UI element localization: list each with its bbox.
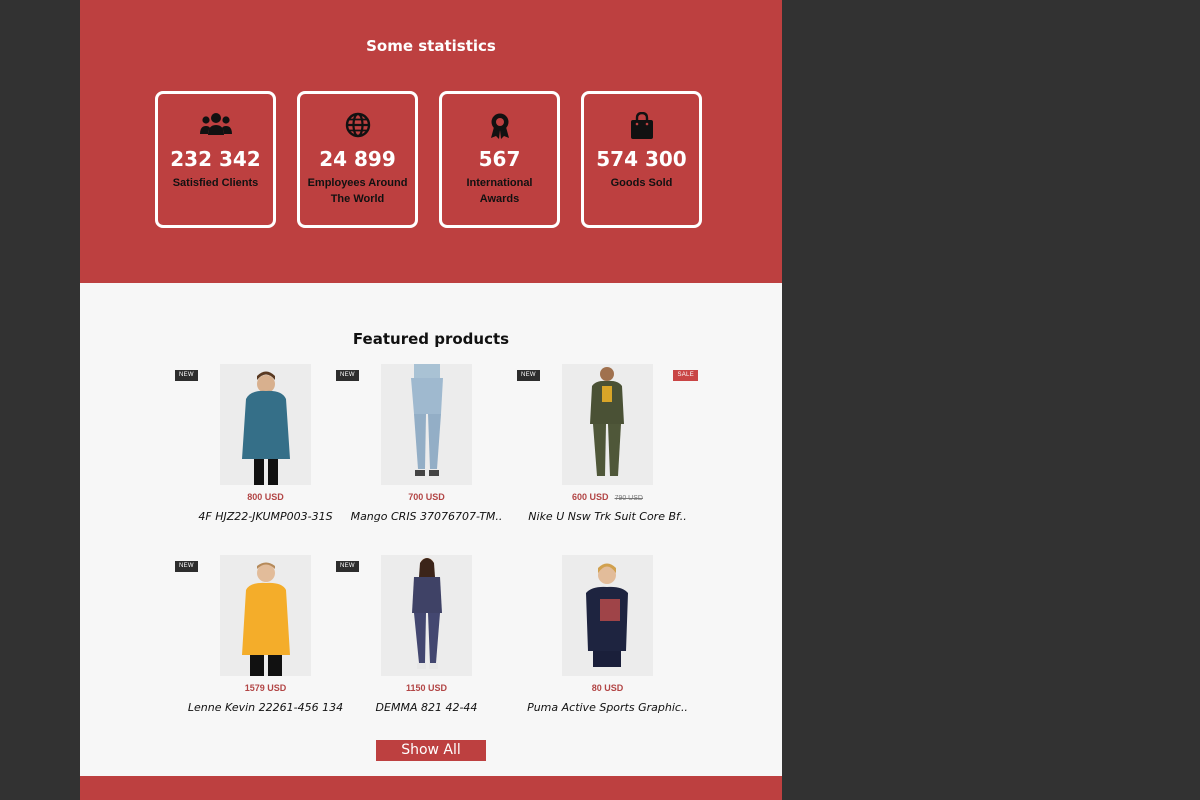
page: Some statistics 232 342 Satisfied Client…: [80, 0, 782, 800]
product-price: 800 USD: [175, 492, 356, 502]
old-price: 790 USD: [614, 495, 643, 502]
price-value: 80 USD: [591, 683, 624, 693]
product-name[interactable]: DEMMA 821 42-44: [336, 701, 517, 714]
show-all-button[interactable]: Show All: [376, 740, 486, 761]
stat-label: Satisfied Clients: [172, 177, 259, 189]
statistics-section: Some statistics 232 342 Satisfied Client…: [80, 0, 782, 283]
stat-label: Goods Sold: [610, 177, 673, 189]
product-card[interactable]: NEW 1579 USD Lenne Kevin 22261-456 134: [175, 555, 356, 720]
price-value: 600 USD: [572, 492, 609, 502]
stat-value: 24 899: [319, 147, 396, 171]
stat-card-goods: 574 300 Goods Sold: [581, 91, 702, 228]
product-name[interactable]: Puma Active Sports Graphic..: [517, 701, 698, 714]
stat-card-clients: 232 342 Satisfied Clients: [155, 91, 276, 228]
new-badge: NEW: [336, 370, 359, 381]
new-badge: NEW: [175, 370, 198, 381]
product-price: 1579 USD: [175, 683, 356, 693]
product-price: 80 USD: [517, 683, 698, 693]
shopping-bag-icon: [584, 112, 699, 140]
stat-value: 574 300: [596, 147, 687, 171]
new-badge: NEW: [517, 370, 540, 381]
product-name[interactable]: 4F HJZ22-JKUMP003-31S: [175, 510, 356, 523]
product-image[interactable]: [381, 364, 472, 485]
stat-value: 567: [478, 147, 521, 171]
product-card[interactable]: NEW 700 USD Mango CRIS 37076707-TM..: [336, 364, 517, 529]
sale-badge: SALE: [673, 370, 698, 381]
stat-card-awards: 567 International Awards: [439, 91, 560, 228]
price-value: 700 USD: [408, 492, 445, 502]
product-image[interactable]: [220, 364, 311, 485]
price-value: 1150 USD: [405, 683, 448, 693]
product-image[interactable]: [220, 555, 311, 676]
users-icon: [158, 112, 273, 140]
product-card[interactable]: NEW 1150 USD DEMMA 821 42-44: [336, 555, 517, 720]
product-name[interactable]: Lenne Kevin 22261-456 134: [175, 701, 356, 714]
stat-label: International Awards: [466, 177, 533, 205]
price-value: 800 USD: [247, 492, 284, 502]
stat-label: Employees Around The World: [307, 177, 408, 205]
new-badge: NEW: [336, 561, 359, 572]
price-value: 1579 USD: [244, 683, 287, 693]
product-price: 600 USD 790 USD: [517, 492, 698, 502]
product-image[interactable]: [562, 555, 653, 676]
statistics-title: Some statistics: [366, 37, 496, 55]
product-price: 1150 USD: [336, 683, 517, 693]
product-image[interactable]: [562, 364, 653, 485]
product-card[interactable]: NEW 800 USD 4F HJZ22-JKUMP003-31S: [175, 364, 356, 529]
globe-icon: [300, 112, 415, 140]
product-name[interactable]: Nike U Nsw Trk Suit Core Bf..: [517, 510, 698, 523]
award-icon: [442, 112, 557, 140]
product-price: 700 USD: [336, 492, 517, 502]
product-image[interactable]: [381, 555, 472, 676]
footer-strip: [80, 776, 782, 800]
featured-products-title: Featured products: [352, 330, 510, 348]
new-badge: NEW: [175, 561, 198, 572]
product-name[interactable]: Mango CRIS 37076707-TM..: [336, 510, 517, 523]
stat-card-employees: 24 899 Employees Around The World: [297, 91, 418, 228]
product-card[interactable]: NEW SALE 600 USD 790 USD Nike U Nsw Trk S…: [517, 364, 698, 529]
stat-value: 232 342: [170, 147, 261, 171]
product-card[interactable]: 80 USD Puma Active Sports Graphic..: [517, 555, 698, 720]
